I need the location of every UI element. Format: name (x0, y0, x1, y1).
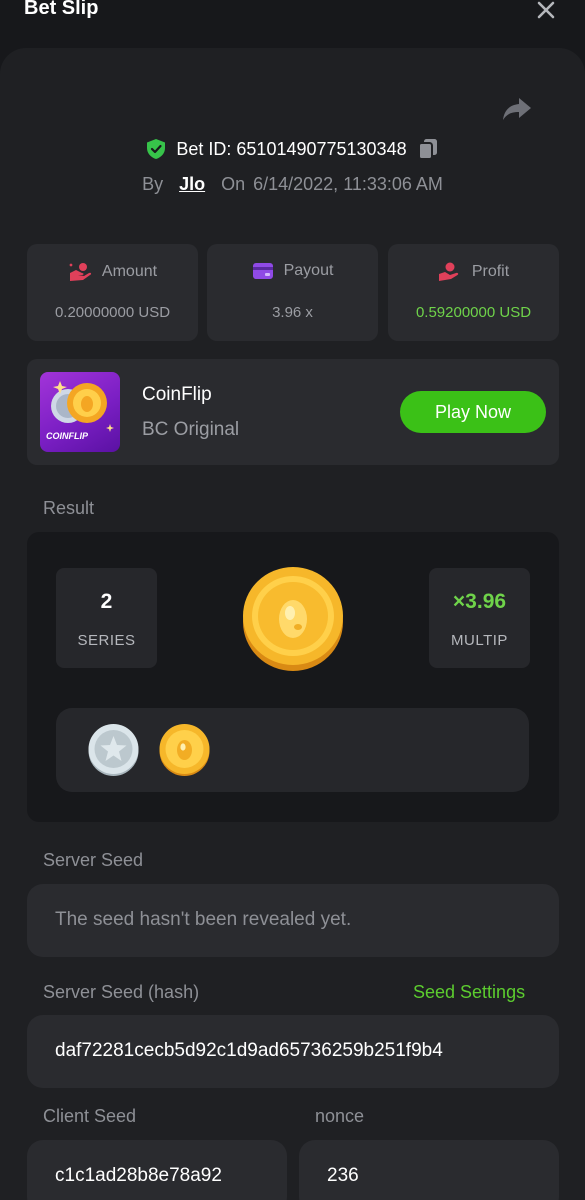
profit-stat: Profit 0.59200000 USD (388, 244, 559, 341)
series-value: 2 (100, 590, 113, 613)
server-hash-field[interactable]: daf72281cecb5d92c1d9ad65736259b251f9b4 (27, 1015, 559, 1088)
game-name: CoinFlip (142, 384, 212, 405)
close-icon[interactable] (534, 0, 558, 22)
amount-icon (69, 263, 92, 281)
bet-id: Bet ID: 65101490775130348 (176, 138, 407, 159)
game-subtitle: BC Original (142, 419, 240, 440)
seed-settings-link[interactable]: Seed Settings (413, 982, 525, 1003)
game-thumbnail[interactable]: COINFLIP (40, 372, 120, 452)
nonce-label: nonce (315, 1106, 365, 1126)
nonce-field[interactable]: 236 (299, 1140, 559, 1200)
payout-stat: Payout 3.96 x (207, 244, 378, 341)
username-link[interactable]: Jlo (179, 174, 205, 195)
nonce-value: 236 (327, 1165, 359, 1186)
share-icon[interactable] (501, 95, 533, 123)
series-label: SERIES (77, 632, 136, 649)
gold-egg-coin-icon (159, 724, 210, 776)
amount-stat: Amount 0.20000000 USD (27, 244, 198, 341)
page-title: Bet Slip (24, 0, 99, 19)
client-seed-label: Client Seed (43, 1106, 137, 1126)
on-label: On (221, 173, 246, 194)
profit-icon (438, 262, 459, 281)
payout-label: Payout (283, 262, 334, 279)
server-seed-placeholder: The seed hasn't been revealed yet. (55, 909, 352, 930)
client-seed-field[interactable]: c1c1ad28b8e78a92 (27, 1140, 287, 1200)
multiplier-label: MULTIP (451, 632, 508, 649)
amount-value: 0.20000000 USD (54, 304, 171, 321)
result-label: Result (43, 498, 95, 518)
amount-label: Amount (101, 263, 158, 280)
server-seed-label: Server Seed (43, 850, 144, 870)
multiplier-value: ×3.96 (452, 590, 507, 613)
multiplier-box: ×3.96 MULTIP (429, 568, 530, 668)
silver-star-coin-icon (88, 724, 139, 776)
by-label: By (142, 173, 164, 194)
profit-value: 0.59200000 USD (415, 304, 532, 321)
server-hash-value: daf72281cecb5d92c1d9ad65736259b251f9b4 (55, 1040, 443, 1061)
bet-datetime: 6/14/2022, 11:33:06 AM (253, 173, 443, 194)
client-seed-value: c1c1ad28b8e78a92 (55, 1165, 222, 1186)
payout-value: 3.96 x (272, 304, 313, 321)
profit-label: Profit (471, 263, 510, 280)
bet-id-row: Bet ID: 65101490775130348 (0, 134, 585, 164)
result-card: 2 SERIES ×3.96 MULTIP (27, 532, 559, 822)
payout-card-icon (252, 263, 273, 279)
game-card: COINFLIP CoinFlip BC Original Play Now (27, 359, 559, 465)
series-box: 2 SERIES (56, 568, 157, 668)
bet-slip-header: Bet Slip (0, 0, 585, 30)
coin-history (56, 708, 529, 792)
shield-check-icon (147, 139, 166, 159)
play-now-button[interactable]: Play Now (400, 391, 546, 433)
thumbnail-label: COINFLIP (46, 431, 88, 441)
copy-icon[interactable] (417, 137, 439, 161)
server-hash-label: Server Seed (hash) (43, 982, 200, 1002)
bet-author-row: By Jlo On 6/14/2022, 11:33:06 AM (0, 170, 585, 198)
gold-coin-icon (243, 567, 343, 671)
server-seed-field[interactable]: The seed hasn't been revealed yet. (27, 884, 559, 957)
